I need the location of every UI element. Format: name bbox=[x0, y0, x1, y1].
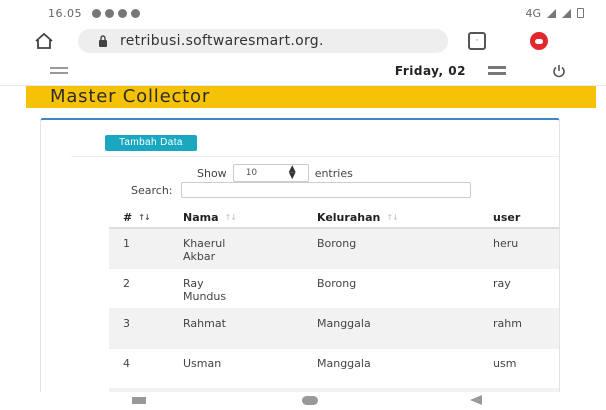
table-row[interactable]: 3 Rahmat Manggala rahm bbox=[109, 309, 559, 349]
recent-apps-icon[interactable] bbox=[132, 397, 146, 404]
network-type: 4G bbox=[525, 6, 541, 20]
select-arrows-icon: ▲ ▼ bbox=[288, 164, 296, 181]
notification-icons bbox=[92, 8, 140, 18]
entries-control: Show 10 ▲ ▼ entries bbox=[197, 164, 353, 182]
collector-table: # ↑↓ Nama ↑↓ Kelurahan ↑↓ user 1 Khaerul… bbox=[109, 207, 559, 409]
table-header: # ↑↓ Nama ↑↓ Kelurahan ↑↓ user bbox=[109, 207, 559, 229]
notification-icon bbox=[118, 8, 127, 18]
column-header-kelurahan[interactable]: Kelurahan ↑↓ bbox=[317, 211, 493, 224]
url-field[interactable]: retribusi.softwaresmart.org. bbox=[78, 29, 448, 53]
sort-icon: ↑↓ bbox=[224, 212, 237, 222]
tabs-icon[interactable]: · bbox=[468, 32, 486, 50]
column-header-user[interactable]: user bbox=[493, 211, 559, 224]
sort-icon: ↑↓ bbox=[386, 212, 398, 222]
browser-address-bar: retribusi.softwaresmart.org. · bbox=[0, 26, 606, 56]
sort-asc-icon: ↑↓ bbox=[138, 212, 150, 222]
column-header-nama[interactable]: Nama ↑↓ bbox=[183, 211, 317, 224]
system-nav-bar bbox=[0, 392, 606, 410]
battery-icon bbox=[577, 8, 584, 18]
menu-icon[interactable] bbox=[50, 67, 68, 74]
data-card: Tambah Data Show 10 ▲ ▼ entries Search: #… bbox=[40, 118, 560, 410]
entries-select[interactable]: 10 ▲ ▼ bbox=[232, 164, 309, 182]
home-icon[interactable] bbox=[34, 32, 54, 50]
home-nav-icon[interactable] bbox=[302, 396, 318, 405]
status-bar: 16.05 4G bbox=[0, 0, 606, 26]
lock-icon bbox=[99, 35, 107, 47]
signal-icon bbox=[562, 8, 571, 18]
table-row[interactable]: 2 Ray Mundus Borong ray bbox=[109, 269, 559, 309]
header-date: Friday, 02 bbox=[394, 63, 466, 78]
table-row[interactable]: 4 Usman Manggala usm bbox=[109, 349, 559, 389]
entries-label: entries bbox=[314, 166, 353, 180]
entries-select-value: 10 bbox=[245, 168, 258, 178]
add-data-button[interactable]: Tambah Data bbox=[105, 135, 197, 151]
column-header-no[interactable]: # ↑↓ bbox=[109, 211, 183, 224]
notification-icon bbox=[131, 8, 140, 18]
url-text: retribusi.softwaresmart.org. bbox=[120, 33, 324, 49]
power-icon[interactable] bbox=[552, 64, 566, 78]
signal-icon bbox=[547, 8, 556, 18]
show-label: Show bbox=[197, 166, 227, 180]
divider bbox=[71, 156, 559, 157]
page-title: Master Collector bbox=[26, 86, 596, 108]
notification-icon bbox=[105, 8, 114, 18]
search-label: Search: bbox=[131, 183, 173, 197]
search-control: Search: bbox=[131, 182, 471, 198]
notification-icon bbox=[92, 8, 101, 18]
browser-menu-icon[interactable] bbox=[530, 32, 548, 50]
app-header: Friday, 02 bbox=[0, 56, 606, 86]
apps-icon[interactable] bbox=[488, 66, 506, 75]
table-row[interactable]: 1 Khaerul Akbar Borong heru bbox=[109, 229, 559, 269]
back-icon[interactable] bbox=[470, 395, 482, 405]
status-time: 16.05 bbox=[48, 6, 82, 20]
search-input[interactable] bbox=[180, 182, 471, 198]
